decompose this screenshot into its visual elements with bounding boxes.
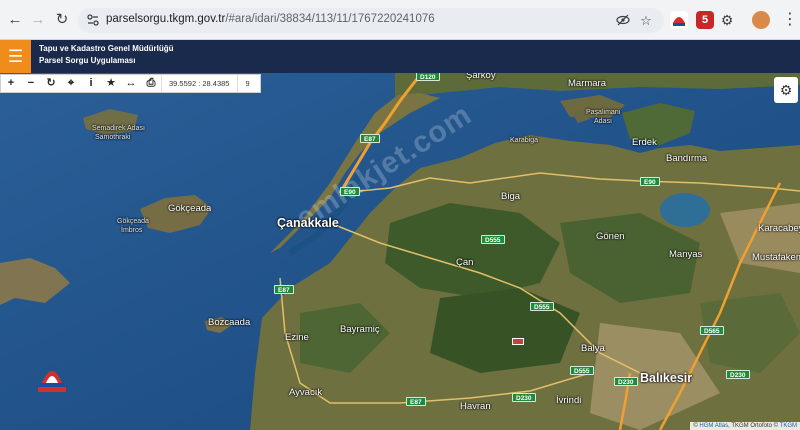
eye-slash-icon[interactable] (615, 13, 631, 29)
browser-chrome: ← → ↻ parselsorgu.tkgm.gov.tr/#ara/idari… (0, 0, 800, 40)
road-shield: D555 (530, 302, 554, 311)
coordinate-readout: 39.5592 : 28.4385 (161, 75, 237, 92)
road-shield: D565 (700, 326, 724, 335)
zoom-level-readout: 9 (237, 75, 259, 92)
place-label: Bandırma (666, 153, 708, 164)
hamburger-menu-icon[interactable]: ☰ (0, 40, 31, 73)
map-toolbar: + − ↻ ⌖ i ★ ↔ ⎙ 39.5592 : 28.4385 9 (0, 74, 261, 93)
road-shield: E90 (640, 177, 660, 186)
place-label: Karacabey (758, 223, 800, 234)
place-label: Şarköy (466, 73, 496, 81)
forward-icon[interactable]: → (29, 11, 47, 29)
place-label-small: Paşalimanı (586, 109, 621, 116)
place-label: Mustafakemal (752, 252, 800, 263)
place-label: Gökçeada (168, 203, 212, 214)
profile-avatar[interactable] (752, 11, 770, 29)
favorite-star-icon[interactable]: ★ (101, 75, 121, 92)
settings-gear-icon[interactable]: ⚙ (774, 77, 798, 103)
place-label-small: Adası (594, 118, 612, 125)
remax-extension-icon[interactable] (670, 11, 688, 29)
place-label: Marmara (568, 78, 607, 89)
app-header: ☰ Tapu ve Kadastro Genel Müdürlüğü Parse… (0, 40, 800, 73)
parcel-marker[interactable] (512, 338, 524, 345)
app-brand: Tapu ve Kadastro Genel Müdürlüğü Parsel … (39, 43, 174, 67)
print-icon[interactable]: ⎙ (141, 75, 161, 92)
zoom-in-icon[interactable]: + (1, 75, 21, 92)
road-shield: D230 (512, 393, 536, 402)
road-shield: D230 (726, 370, 750, 379)
place-label: Çanakkale (277, 216, 339, 230)
back-icon[interactable]: ← (6, 11, 24, 29)
remax-logo-icon (38, 371, 66, 392)
site-info-icon[interactable] (86, 13, 100, 27)
url-text: parselsorgu.tkgm.gov.tr/#ara/idari/38834… (106, 13, 435, 25)
map-view[interactable]: emlakjet.com Çanakkale Balıkesir Şarköy … (0, 73, 800, 430)
place-label: Biga (501, 191, 521, 202)
place-label: Erdek (632, 137, 657, 148)
bookmark-star-icon[interactable]: ☆ (638, 13, 654, 29)
extensions-puzzle-icon[interactable]: ⚙ (718, 11, 736, 29)
road-shield: E87 (406, 397, 426, 406)
info-icon[interactable]: i (81, 75, 101, 92)
measure-icon[interactable]: ↔ (121, 75, 141, 92)
attribution-link-hgm[interactable]: HGM Atlas (699, 423, 728, 429)
road-shield: D120 (416, 73, 440, 81)
place-label: Ezine (285, 332, 309, 343)
place-label: Balıkesir (640, 371, 693, 385)
zoom-out-icon[interactable]: − (21, 75, 41, 92)
app-title-line1: Tapu ve Kadastro Genel Müdürlüğü (39, 44, 174, 53)
road-shield: D555 (481, 235, 505, 244)
place-label: Balya (581, 343, 605, 354)
extension-badge-count: 5 (701, 14, 709, 26)
place-label: Havran (460, 401, 491, 412)
place-label: Bozcaada (208, 317, 251, 328)
place-label-small: Gökçeada (117, 218, 149, 225)
attribution-mid: , TKGM Ortofoto © (728, 423, 780, 429)
url-path: /#ara/idari/38834/113/11/1767220241076 (225, 13, 435, 25)
place-label-small: İmbros (121, 227, 143, 234)
address-bar[interactable]: parselsorgu.tkgm.gov.tr/#ara/idari/38834… (78, 8, 664, 33)
map-attribution: © HGM Atlas, TKGM Ortofoto © TKGM (690, 422, 800, 430)
road-shield: E87 (274, 285, 294, 294)
place-label: Ayvacık (289, 387, 323, 398)
extension-badge-icon[interactable]: 5 (696, 11, 714, 29)
browser-menu-icon[interactable]: ⋮ (782, 10, 798, 30)
road-shield: E90 (340, 187, 360, 196)
road-shield: D555 (570, 366, 594, 375)
attribution-link-tkgm[interactable]: TKGM (780, 423, 797, 429)
place-label: Çan (456, 257, 474, 268)
place-label: Bayramiç (340, 324, 380, 335)
reload-icon[interactable]: ↻ (53, 11, 71, 29)
refresh-icon[interactable]: ↻ (41, 75, 61, 92)
road-shield: E87 (360, 134, 380, 143)
place-label-small: Samothraki (95, 134, 131, 141)
app-title-line2: Parsel Sorgu Uygulaması (39, 56, 136, 65)
url-host: parselsorgu.tkgm.gov.tr (106, 13, 226, 25)
place-label: İvrindi (556, 395, 582, 406)
place-label: Karabiga (510, 137, 539, 144)
place-label: Gönen (596, 231, 625, 242)
road-shield: D230 (614, 377, 638, 386)
place-label-small: Semadirek Adası (92, 125, 145, 132)
locate-crosshair-icon[interactable]: ⌖ (61, 75, 81, 92)
place-label: Manyas (669, 249, 703, 260)
